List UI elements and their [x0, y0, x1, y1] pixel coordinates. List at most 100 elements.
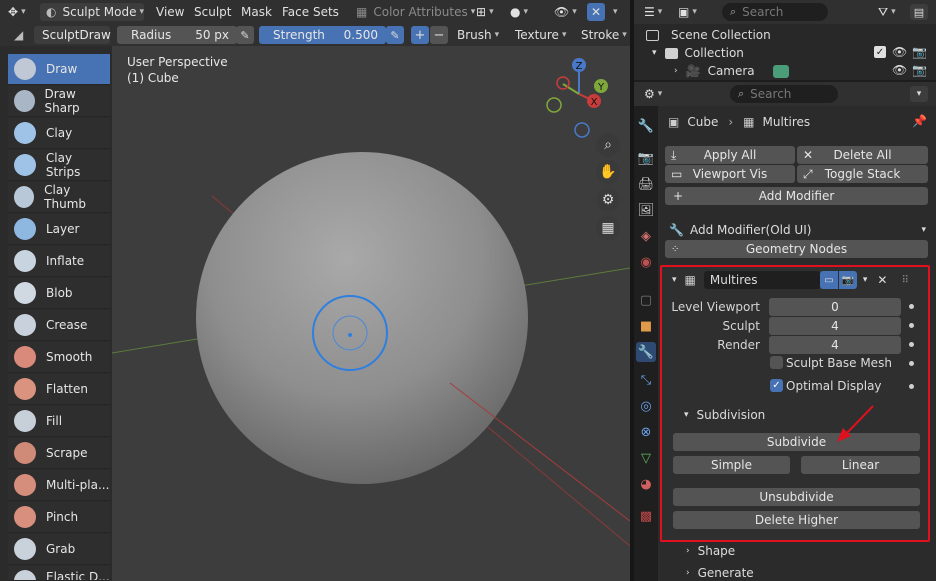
pin-icon[interactable]: 📌	[912, 114, 927, 128]
3d-viewport[interactable]: User Perspective (1) Cube Z X Y ⌕ ✋ ⚙ ▦	[112, 46, 630, 581]
camera-view-icon[interactable]: ⚙	[596, 188, 620, 212]
viewport-vis-button[interactable]: ▭ Viewport Vis	[665, 165, 795, 183]
display-mode-icon[interactable]: ▣ ▾	[678, 3, 697, 21]
outliner-row-collection[interactable]: ▾ Collection	[652, 45, 744, 61]
radius-pressure-icon[interactable]: ✎	[236, 26, 254, 44]
texture-tab-icon[interactable]: ▩	[636, 506, 656, 526]
add-direction-icon[interactable]: +	[411, 26, 429, 44]
collection-tab-icon[interactable]: ▢	[636, 290, 656, 310]
data-tab-icon[interactable]: ▽	[636, 448, 656, 468]
tool-clay-thumb[interactable]: Clay Thumb	[8, 182, 110, 213]
tool-inflate[interactable]: Inflate	[8, 246, 110, 277]
outliner-editor-type-icon[interactable]: ☰ ▾	[644, 3, 662, 21]
texture-menu[interactable]: Texture ▾	[515, 26, 566, 44]
material-tab-icon[interactable]: ◕	[636, 474, 656, 494]
sculpt-base-mesh-checkbox[interactable]	[770, 356, 783, 369]
strength-pressure-icon[interactable]: ✎	[386, 26, 404, 44]
drag-handle-icon[interactable]: ⠿	[901, 275, 908, 286]
tool-scrape[interactable]: Scrape	[8, 438, 110, 469]
keyframe-dot-icon[interactable]	[909, 323, 914, 328]
tool-flatten[interactable]: Flatten	[8, 374, 110, 405]
physics-tab-icon[interactable]: ◎	[636, 396, 656, 416]
strength-field[interactable]: Strength 0.500	[259, 26, 386, 44]
transform-pivot-icon[interactable]: ⊞ ▾	[476, 3, 494, 21]
collapse-chevron-icon[interactable]: ▾	[672, 275, 677, 285]
modifier-name-field[interactable]: Multires	[703, 271, 820, 289]
render-tab-icon[interactable]: 📷	[636, 148, 656, 168]
tool-clay-strips[interactable]: Clay Strips	[8, 150, 110, 181]
properties-editor-type-icon[interactable]: ⚙ ▾	[644, 85, 662, 103]
object-tab-icon[interactable]: ■	[636, 316, 656, 336]
show-in-render-icon[interactable]: 📷	[838, 271, 857, 289]
menu-face-sets[interactable]: Face Sets	[282, 3, 339, 21]
tool-multi-plane-scrape[interactable]: Multi-pla...	[8, 470, 110, 501]
render-level-field[interactable]: 4	[769, 336, 901, 354]
keyframe-dot-icon[interactable]	[909, 384, 914, 389]
tool-draw-sharp[interactable]: Draw Sharp	[8, 86, 110, 117]
tool-fill[interactable]: Fill	[8, 406, 110, 437]
simple-button[interactable]: Simple	[673, 456, 790, 474]
tool-elastic-deform[interactable]: Elastic D...	[8, 566, 110, 581]
add-modifier-old-ui-row[interactable]: 🔧 Add Modifier(Old UI) ▾	[665, 221, 928, 239]
new-collection-icon[interactable]: ▤	[910, 4, 928, 20]
subdivision-subpanel-header[interactable]: ▾ Subdivision	[684, 407, 765, 423]
tool-crease[interactable]: Crease	[8, 310, 110, 341]
collection-exclude-checkbox[interactable]: ✓	[874, 46, 886, 58]
menu-view[interactable]: View	[156, 3, 184, 21]
zoom-icon[interactable]: ⌕	[596, 133, 620, 157]
filter-icon[interactable]: ⛛ ▾	[878, 3, 896, 21]
generate-subpanel-header[interactable]: › Generate	[686, 565, 754, 581]
scene-tab-icon[interactable]: ◈	[636, 226, 656, 246]
sculpt-level-field[interactable]: 4	[769, 317, 901, 335]
gizmo-toggle-icon[interactable]: ✕	[587, 3, 605, 21]
level-viewport-field[interactable]: 0	[769, 298, 901, 316]
stroke-menu[interactable]: Stroke ▾	[581, 26, 627, 44]
geometry-nodes-button[interactable]: ⁘ Geometry Nodes	[665, 240, 928, 258]
delete-higher-button[interactable]: Delete Higher	[673, 511, 920, 529]
modifier-options-chevron-icon[interactable]: ▾	[863, 275, 868, 285]
unsubdivide-button[interactable]: Unsubdivide	[673, 488, 920, 506]
tool-pinch[interactable]: Pinch	[8, 502, 110, 533]
tool-clay[interactable]: Clay	[8, 118, 110, 149]
optimal-display-checkbox[interactable]: ✓	[770, 379, 783, 392]
linear-button[interactable]: Linear	[801, 456, 920, 474]
visibility-icon[interactable]: 👁 ▾	[554, 3, 577, 21]
outliner-row-scene-collection[interactable]: Scene Collection	[646, 27, 771, 43]
overlay-chevron-icon[interactable]: ▾	[610, 3, 618, 21]
color-attributes-menu[interactable]: ▦ Color Attributes ▾	[356, 3, 475, 21]
constraints-tab-icon[interactable]: ⊗	[636, 422, 656, 442]
remove-modifier-icon[interactable]: ✕	[877, 273, 887, 287]
radius-field[interactable]: Radius 50 px	[117, 26, 237, 44]
modifier-tab-icon[interactable]: 🔧	[636, 342, 656, 362]
keyframe-dot-icon[interactable]	[909, 361, 914, 366]
apply-all-button[interactable]: ⤓ Apply All	[665, 146, 795, 164]
keyframe-dot-icon[interactable]	[909, 342, 914, 347]
brush-menu[interactable]: Brush ▾	[457, 26, 499, 44]
world-tab-icon[interactable]: ◉	[636, 252, 656, 272]
shading-icon[interactable]: ● ▾	[510, 3, 528, 21]
perspective-grid-icon[interactable]: ▦	[596, 216, 620, 240]
camera-visibility-icon[interactable]: 👁	[892, 63, 907, 77]
menu-mask[interactable]: Mask	[241, 3, 272, 21]
camera-render-icon[interactable]: 📷	[912, 63, 927, 77]
tool-tab-icon[interactable]: 🔧	[636, 116, 656, 136]
menu-sculpt[interactable]: Sculpt	[194, 3, 231, 21]
toggle-stack-button[interactable]: ⤢ Toggle Stack	[797, 165, 928, 183]
tool-smooth[interactable]: Smooth	[8, 342, 110, 373]
outliner-row-camera[interactable]: › 🎥 Camera	[674, 63, 789, 79]
keyframe-dot-icon[interactable]	[909, 304, 914, 309]
particles-tab-icon[interactable]: ⤡	[636, 370, 656, 390]
subtract-direction-icon[interactable]: −	[430, 26, 448, 44]
editor-type-button[interactable]: ✥ ▾	[8, 3, 26, 21]
view-layer-tab-icon[interactable]: 🖼	[636, 200, 656, 220]
tool-layer[interactable]: Layer	[8, 214, 110, 245]
delete-all-button[interactable]: ✕ Delete All	[797, 146, 928, 164]
pan-hand-icon[interactable]: ✋	[596, 160, 620, 184]
properties-options-icon[interactable]: ▾	[910, 86, 928, 102]
tool-draw[interactable]: Draw	[8, 54, 110, 85]
add-modifier-button[interactable]: + Add Modifier	[665, 187, 928, 205]
outliner-search-input[interactable]: ⌕ Search	[722, 3, 828, 21]
brush-name-field[interactable]: SculptDraw	[34, 26, 111, 44]
shape-subpanel-header[interactable]: › Shape	[686, 543, 735, 559]
properties-search-input[interactable]: ⌕ Search	[730, 85, 838, 103]
